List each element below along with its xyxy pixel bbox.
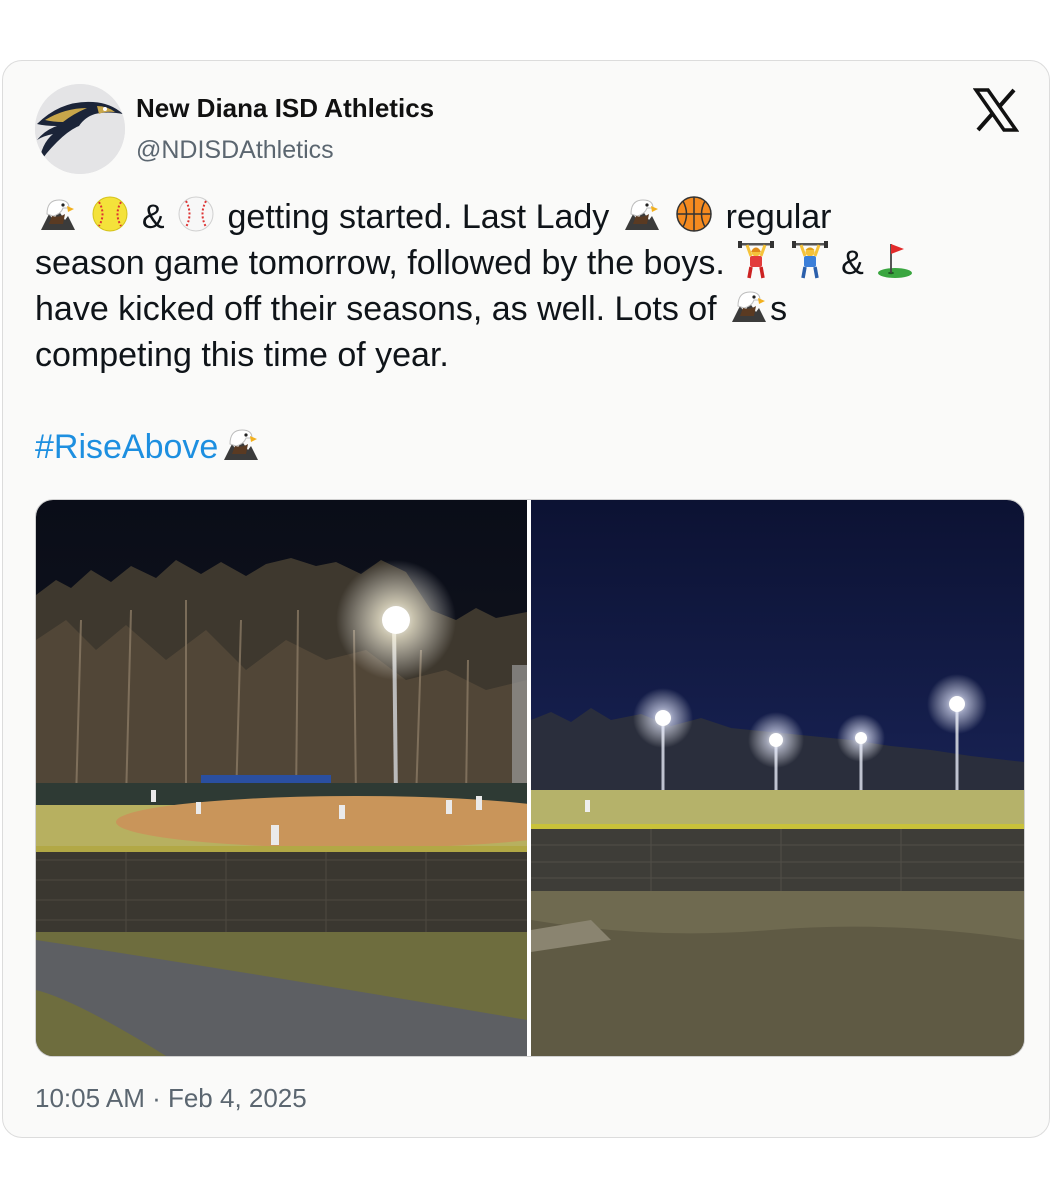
ampersand-text: &: [141, 198, 165, 236]
display-name[interactable]: New Diana ISD Athletics: [136, 93, 434, 124]
tweet-text-segment: regular: [725, 198, 832, 236]
hashtag-link[interactable]: #RiseAbove: [35, 428, 218, 466]
eagle-logo-icon: [35, 84, 125, 174]
tweet-card: New Diana ISD Athletics @NDISDAthletics …: [2, 60, 1050, 1138]
weightlifter-man-icon: [790, 240, 830, 280]
account-handle[interactable]: @NDISDAthletics: [136, 136, 334, 165]
photo-softball-field[interactable]: [36, 500, 527, 1056]
eagle-icon: [728, 286, 768, 326]
avatar[interactable]: [35, 84, 125, 174]
tweet-line-2: season game tomorrow, followed by the bo…: [35, 240, 1025, 286]
tweet-line-3: have kicked off their seasons, as well. …: [35, 286, 1025, 332]
tweet-text-segment: s: [770, 290, 788, 328]
softball-icon: [90, 194, 130, 234]
photo-baseball-outfield[interactable]: [531, 500, 1024, 1056]
x-logo-icon[interactable]: [973, 88, 1019, 132]
golf-flag-icon: [875, 240, 915, 280]
baseball-icon: [176, 194, 216, 234]
eagle-icon: [220, 424, 260, 464]
tweet-text-segment: have kicked off their seasons, as well. …: [35, 290, 717, 328]
tweet-line-4: competing this time of year.: [35, 332, 1025, 378]
eagle-icon: [37, 194, 77, 234]
tweet-line-hashtag: #RiseAbove: [35, 424, 1025, 470]
tweet-text-segment: season game tomorrow, followed by the bo…: [35, 244, 725, 282]
weightlifter-woman-icon: [736, 240, 776, 280]
tweet-text: & getting started. Last Lady regular sea…: [35, 194, 1025, 470]
tweet-line-1: & getting started. Last Lady regular: [35, 194, 1025, 240]
ampersand-text: &: [841, 244, 864, 282]
tweet-text-segment: competing this time of year.: [35, 336, 449, 374]
media-grid: [35, 499, 1025, 1057]
tweet-timestamp[interactable]: 10:05 AM · Feb 4, 2025: [35, 1083, 307, 1114]
basketball-icon: [674, 194, 714, 234]
eagle-icon: [621, 194, 661, 234]
tweet-text-segment: getting started. Last Lady: [227, 198, 610, 236]
